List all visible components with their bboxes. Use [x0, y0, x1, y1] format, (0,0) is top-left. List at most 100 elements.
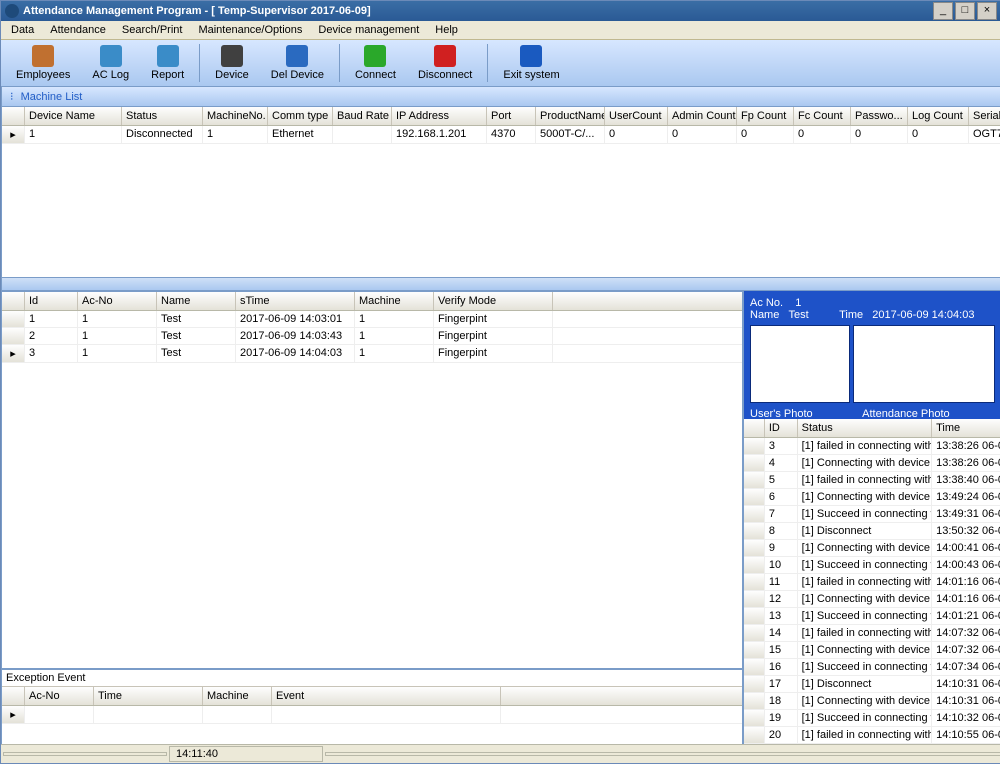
col-event[interactable]: Event: [272, 687, 501, 705]
table-row[interactable]: 15[1] Connecting with device,pl14:07:32 …: [744, 642, 1000, 659]
col-verify-mode[interactable]: Verify Mode: [434, 292, 553, 310]
report-icon: [157, 45, 179, 67]
titlebar: Attendance Management Program - [ Temp-S…: [1, 1, 1000, 21]
col-id[interactable]: ID: [765, 419, 798, 437]
status-time: 14:11:40: [169, 746, 323, 762]
col-productname[interactable]: ProductName: [536, 107, 605, 125]
title-text: Attendance Management Program - [ Temp-S…: [23, 5, 371, 17]
col-ac-no[interactable]: Ac-No: [25, 687, 94, 705]
event-log-grid[interactable]: IDStatusTime3[1] failed in connecting wi…: [744, 419, 1000, 744]
table-row[interactable]: 10[1] Succeed in connecting wi14:00:43 0…: [744, 557, 1000, 574]
col-time[interactable]: Time: [932, 419, 1000, 437]
menu-maintenance-options[interactable]: Maintenance/Options: [190, 22, 310, 38]
col-machine[interactable]: Machine: [203, 687, 272, 705]
col-passwo-[interactable]: Passwo...: [851, 107, 908, 125]
col-name[interactable]: Name: [157, 292, 236, 310]
connect-button[interactable]: Connect: [346, 40, 405, 86]
table-row[interactable]: 20[1] failed in connecting with d14:10:5…: [744, 727, 1000, 744]
table-row[interactable]: 13[1] Succeed in connecting wi14:01:21 0…: [744, 608, 1000, 625]
table-row[interactable]: 3[1] failed in connecting with d13:38:26…: [744, 438, 1000, 455]
disconnect-button[interactable]: Disconnect: [409, 40, 481, 86]
device-button[interactable]: Device: [206, 40, 258, 86]
scroll-strip[interactable]: [2, 277, 1000, 291]
toolbar: EmployeesAC LogReport DeviceDel Device Con…: [1, 40, 1000, 87]
col-device-name[interactable]: Device Name: [25, 107, 122, 125]
table-row[interactable]: 5[1] failed in connecting with d13:38:40…: [744, 472, 1000, 489]
del-device-button[interactable]: Del Device: [262, 40, 333, 86]
menu-data[interactable]: Data: [3, 22, 42, 38]
machine-list-grid[interactable]: Device NameStatusMachineNo.Comm typeBaud…: [2, 107, 1000, 277]
col-status[interactable]: Status: [798, 419, 932, 437]
attendance-photo: [853, 325, 995, 403]
col-admin-count[interactable]: Admin Count: [668, 107, 737, 125]
col-baud-rate[interactable]: Baud Rate: [333, 107, 392, 125]
col-time[interactable]: Time: [94, 687, 203, 705]
table-row[interactable]: 6[1] Connecting with device,pl13:49:24 0…: [744, 489, 1000, 506]
exit-system-button[interactable]: Exit system: [494, 40, 568, 86]
table-row[interactable]: 11[1] failed in connecting with d14:01:1…: [744, 574, 1000, 591]
app-window: Attendance Management Program - [ Temp-S…: [0, 0, 1000, 764]
menu-search-print[interactable]: Search/Print: [114, 22, 191, 38]
table-row[interactable]: 4[1] Connecting with device,pl13:38:26 0…: [744, 455, 1000, 472]
acno-label: Ac No.: [750, 297, 783, 309]
col-status[interactable]: Status: [122, 107, 203, 125]
exception-panel: Exception Event Ac-NoTimeMachineEvent▸: [2, 668, 742, 744]
col-stime[interactable]: sTime: [236, 292, 355, 310]
col-usercount[interactable]: UserCount: [605, 107, 668, 125]
table-row[interactable]: 21Test2017-06-09 14:03:431Fingerpint: [2, 328, 742, 345]
acno-value: 1: [795, 297, 801, 309]
employees-button[interactable]: Employees: [7, 40, 79, 86]
table-row[interactable]: 19[1] Succeed in connecting wi14:10:32 0…: [744, 710, 1000, 727]
col-fc-count[interactable]: Fc Count: [794, 107, 851, 125]
table-row[interactable]: ▸: [2, 706, 742, 724]
statusbar: 14:11:40: [1, 744, 1000, 763]
info-box: Ac No. 1 Name Test Time 2017-06-09 14:04…: [744, 291, 1000, 419]
col-port[interactable]: Port: [487, 107, 536, 125]
col-comm-type[interactable]: Comm type: [268, 107, 333, 125]
attendance-log-grid[interactable]: IdAc-NoNamesTimeMachineVerify Mode11Test…: [2, 292, 742, 668]
report-button[interactable]: Report: [142, 40, 193, 86]
app-icon: [5, 4, 19, 18]
table-row[interactable]: 8[1] Disconnect13:50:32 06-09: [744, 523, 1000, 540]
exception-grid[interactable]: Ac-NoTimeMachineEvent▸: [2, 687, 742, 724]
table-row[interactable]: 18[1] Connecting with device,pl14:10:31 …: [744, 693, 1000, 710]
table-row[interactable]: 16[1] Succeed in connecting wi14:07:34 0…: [744, 659, 1000, 676]
col-ac-no[interactable]: Ac-No: [78, 292, 157, 310]
col-serial[interactable]: Serial: [969, 107, 1000, 125]
col-log-count[interactable]: Log Count: [908, 107, 969, 125]
maximize-button[interactable]: □: [955, 2, 975, 20]
time-label: Time: [839, 309, 863, 321]
exit-system-icon: [520, 45, 542, 67]
close-button[interactable]: ×: [977, 2, 997, 20]
col-id[interactable]: Id: [25, 292, 78, 310]
device-icon: [221, 45, 243, 67]
user-photo: [750, 325, 850, 403]
col-machine[interactable]: Machine: [355, 292, 434, 310]
col-ip-address[interactable]: IP Address: [392, 107, 487, 125]
col-fp-count[interactable]: Fp Count: [737, 107, 794, 125]
time-value: 2017-06-09 14:04:03: [872, 309, 974, 321]
name-value: Test: [789, 309, 809, 321]
menubar: DataAttendanceSearch/PrintMaintenance/Op…: [1, 21, 1000, 40]
table-row[interactable]: 9[1] Connecting with device,pl14:00:41 0…: [744, 540, 1000, 557]
ac-log-button[interactable]: AC Log: [83, 40, 138, 86]
table-row[interactable]: 12[1] Connecting with device,pl14:01:16 …: [744, 591, 1000, 608]
minimize-button[interactable]: _: [933, 2, 953, 20]
table-row[interactable]: 14[1] failed in connecting with d14:07:3…: [744, 625, 1000, 642]
menu-attendance[interactable]: Attendance: [42, 22, 114, 38]
table-row[interactable]: 17[1] Disconnect14:10:31 06-09: [744, 676, 1000, 693]
machine-list-label: Machine List: [21, 91, 83, 103]
exception-title: Exception Event: [2, 670, 742, 687]
col-machineno-[interactable]: MachineNo.: [203, 107, 268, 125]
employees-icon: [32, 45, 54, 67]
table-row[interactable]: ▸1Disconnected1Ethernet192.168.1.2014370…: [2, 126, 1000, 144]
table-row[interactable]: ▸31Test2017-06-09 14:04:031Fingerpint: [2, 345, 742, 363]
machine-list-header: ⁝ Machine List: [2, 87, 1000, 107]
connect-icon: [364, 45, 386, 67]
menu-help[interactable]: Help: [427, 22, 466, 38]
disconnect-icon: [434, 45, 456, 67]
del-device-icon: [286, 45, 308, 67]
table-row[interactable]: 11Test2017-06-09 14:03:011Fingerpint: [2, 311, 742, 328]
menu-device-management[interactable]: Device management: [310, 22, 427, 38]
table-row[interactable]: 7[1] Succeed in connecting wi13:49:31 06…: [744, 506, 1000, 523]
